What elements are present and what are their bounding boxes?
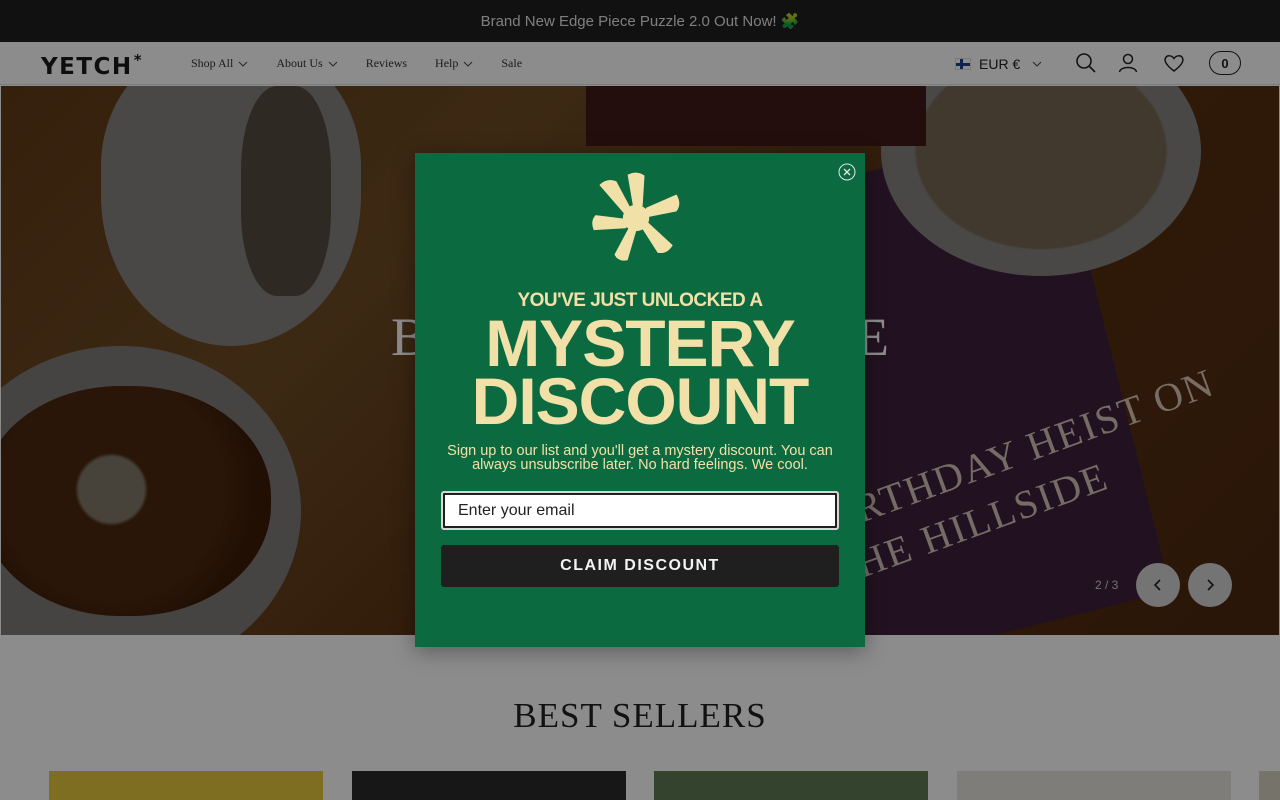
asterisk-logo-icon bbox=[592, 172, 680, 261]
popup-headline: MYSTERY DISCOUNT bbox=[471, 306, 810, 438]
claim-discount-button[interactable]: CLAIM DISCOUNT bbox=[441, 545, 839, 587]
close-icon[interactable] bbox=[838, 163, 856, 181]
email-field[interactable] bbox=[441, 491, 839, 530]
popup-subtext: Sign up to our list and you'll get a mys… bbox=[447, 443, 833, 473]
